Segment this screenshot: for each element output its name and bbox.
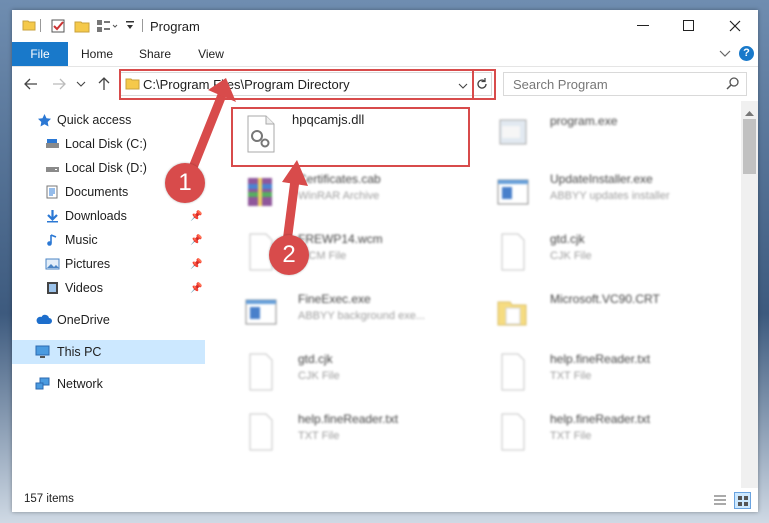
explorer-window: Program File Home Share View ? C:\Progra…	[12, 10, 758, 512]
arrow-annotation	[187, 78, 308, 243]
step-badge-2: 2	[269, 235, 309, 275]
step-badge-1: 1	[165, 163, 205, 203]
